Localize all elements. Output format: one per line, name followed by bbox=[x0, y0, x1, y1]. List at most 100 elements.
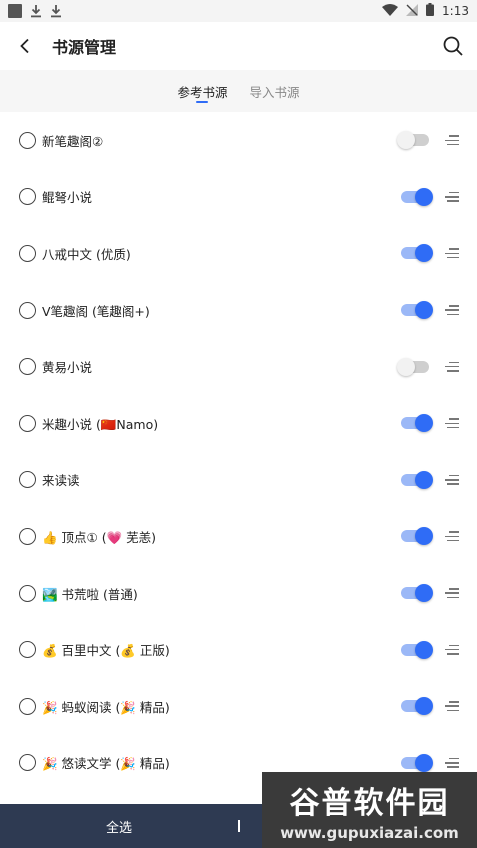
source-name: 鲲弩小说 bbox=[42, 190, 93, 206]
drag-handle-line bbox=[449, 531, 459, 533]
toggle-knob bbox=[415, 470, 433, 489]
drag-handle-line bbox=[445, 535, 459, 538]
source-enable-toggle[interactable] bbox=[397, 583, 433, 603]
source-enable-toggle[interactable] bbox=[397, 696, 433, 716]
drag-handle-line bbox=[445, 762, 459, 764]
search-icon bbox=[443, 36, 463, 56]
drag-handle-line bbox=[447, 483, 459, 485]
source-name: 来读读 bbox=[42, 473, 80, 489]
drag-handle-line bbox=[445, 196, 459, 198]
source-enable-toggle[interactable] bbox=[397, 300, 433, 320]
source-name: 🏞️ 书荒啦 (普通) bbox=[42, 586, 138, 602]
source-row[interactable]: 新笔趣阁② bbox=[0, 112, 477, 169]
drag-handle-line bbox=[447, 370, 459, 372]
drag-handle-icon[interactable] bbox=[445, 248, 459, 259]
source-row[interactable]: 来读读 bbox=[0, 452, 477, 509]
status-bar: 1:13 bbox=[0, 0, 477, 22]
drag-handle-line bbox=[449, 644, 459, 647]
select-radio[interactable] bbox=[19, 414, 36, 432]
drag-handle-line bbox=[449, 135, 459, 137]
page-title: 书源管理 bbox=[52, 38, 117, 57]
source-row[interactable]: 🏞️ 书荒啦 (普通) bbox=[0, 565, 477, 622]
drag-handle-line bbox=[449, 757, 459, 760]
source-name: V笔趣阁 (笔趣阁+) bbox=[42, 303, 150, 319]
drag-handle-line bbox=[447, 539, 459, 542]
drag-handle-icon[interactable] bbox=[445, 588, 459, 599]
select-radio[interactable] bbox=[19, 584, 36, 602]
source-name: 八戒中文 (优质) bbox=[42, 246, 131, 262]
drag-handle-line bbox=[449, 248, 459, 250]
bottom-divider bbox=[238, 820, 240, 832]
app-header: 书源管理 bbox=[0, 22, 477, 70]
source-row[interactable]: 👍 顶点① (💗 芜恙) bbox=[0, 508, 477, 565]
drag-handle-icon[interactable] bbox=[445, 531, 459, 542]
select-radio[interactable] bbox=[19, 754, 36, 772]
select-radio[interactable] bbox=[19, 471, 36, 489]
watermark-logo: 谷普软件园 www.gupuxiazai.com bbox=[262, 772, 477, 848]
source-enable-toggle[interactable] bbox=[397, 470, 433, 490]
toggle-knob bbox=[415, 301, 433, 320]
select-radio[interactable] bbox=[19, 527, 36, 545]
drag-handle-icon[interactable] bbox=[445, 701, 459, 712]
select-radio[interactable] bbox=[19, 358, 36, 376]
source-name: 💰 百里中文 (💰 正版) bbox=[42, 643, 170, 659]
drag-handle-icon[interactable] bbox=[445, 644, 459, 655]
source-row[interactable]: 八戒中文 (优质) bbox=[0, 225, 477, 282]
drag-handle-icon[interactable] bbox=[445, 361, 459, 372]
book-source-manager-screen: 1:13 书源管理 参考书源 导入书源 新笔趣阁② 鲲弩小说八戒中文 (优质) V笔… bbox=[0, 0, 477, 848]
source-enable-toggle[interactable] bbox=[397, 413, 433, 433]
source-name: 米趣小说 (🇨🇳Namo) bbox=[42, 416, 159, 432]
select-radio[interactable] bbox=[19, 697, 36, 715]
select-radio[interactable] bbox=[19, 641, 36, 659]
toggle-knob bbox=[415, 753, 433, 772]
source-enable-toggle[interactable] bbox=[397, 243, 433, 263]
select-all-button[interactable]: 全选 bbox=[0, 817, 238, 836]
drag-handle-line bbox=[447, 200, 459, 202]
source-list: 新笔趣阁② 鲲弩小说八戒中文 (优质) V笔趣阁 (笔趣阁+) 黄易小说米趣小说 (🇨… bbox=[0, 112, 477, 791]
source-name: 👍 顶点① (💗 芜恙) bbox=[42, 529, 157, 545]
select-radio[interactable] bbox=[19, 301, 36, 319]
no-signal-icon bbox=[406, 3, 419, 19]
drag-handle-icon[interactable] bbox=[445, 305, 459, 316]
drag-handle-line bbox=[445, 705, 459, 707]
source-enable-toggle[interactable] bbox=[397, 130, 433, 150]
source-enable-toggle[interactable] bbox=[397, 187, 433, 207]
source-row[interactable]: V笔趣阁 (笔趣阁+) bbox=[0, 282, 477, 339]
source-row[interactable]: 黄易小说 bbox=[0, 338, 477, 395]
drag-handle-icon[interactable] bbox=[445, 191, 459, 202]
toggle-knob bbox=[415, 697, 433, 716]
source-row[interactable]: 💰 百里中文 (💰 正版) bbox=[0, 621, 477, 678]
source-row[interactable]: 鲲弩小说 bbox=[0, 169, 477, 226]
source-row[interactable]: 米趣小说 (🇨🇳Namo) bbox=[0, 395, 477, 452]
drag-handle-line bbox=[447, 766, 459, 768]
tab-reference-sources[interactable]: 参考书源 bbox=[177, 70, 228, 112]
watermark-title: 谷普软件园 bbox=[289, 786, 450, 821]
select-radio[interactable] bbox=[19, 131, 36, 149]
drag-handle-icon[interactable] bbox=[445, 757, 459, 768]
drag-handle-line bbox=[445, 422, 459, 425]
drag-handle-line bbox=[445, 365, 459, 368]
source-enable-toggle[interactable] bbox=[397, 640, 433, 660]
drag-handle-line bbox=[445, 252, 459, 255]
drag-handle-line bbox=[445, 139, 459, 142]
source-enable-toggle[interactable] bbox=[397, 357, 433, 377]
tab-import-sources[interactable]: 导入书源 bbox=[250, 70, 300, 112]
back-button[interactable] bbox=[2, 22, 48, 70]
drag-handle-line bbox=[449, 191, 459, 194]
select-radio[interactable] bbox=[19, 244, 36, 262]
source-row[interactable]: 🎉 蚂蚁阅读 (🎉 精品) bbox=[0, 678, 477, 735]
search-button[interactable] bbox=[431, 22, 475, 70]
drag-handle-line bbox=[447, 256, 459, 259]
drag-handle-line bbox=[447, 313, 459, 316]
drag-handle-icon[interactable] bbox=[445, 418, 459, 429]
source-enable-toggle[interactable] bbox=[397, 753, 433, 773]
source-name: 🎉 悠读文学 (🎉 精品) bbox=[42, 756, 170, 772]
drag-handle-line bbox=[447, 426, 459, 429]
drag-handle-icon[interactable] bbox=[445, 135, 459, 146]
drag-handle-icon[interactable] bbox=[445, 474, 459, 485]
status-time: 1:13 bbox=[442, 4, 469, 18]
select-radio[interactable] bbox=[19, 188, 36, 206]
notification-icon bbox=[8, 4, 22, 18]
source-enable-toggle[interactable] bbox=[397, 526, 433, 546]
drag-handle-line bbox=[449, 701, 459, 703]
